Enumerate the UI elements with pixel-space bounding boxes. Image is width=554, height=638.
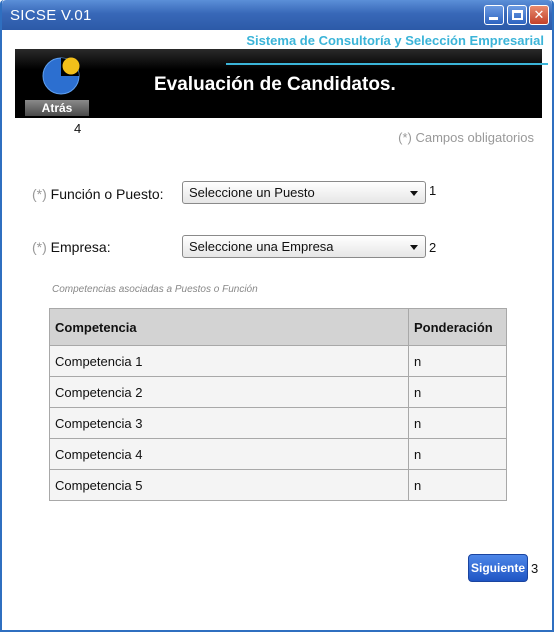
competencia-cell: Competencia 1: [49, 345, 409, 377]
table-row[interactable]: Competencia 2 n: [49, 376, 507, 408]
close-button[interactable]: ✕: [529, 5, 549, 25]
table-row[interactable]: Competencia 1 n: [49, 345, 507, 377]
empresa-marker: 2: [429, 240, 437, 255]
ponderacion-cell: n: [408, 438, 507, 470]
ponderacion-cell: n: [408, 469, 507, 501]
ponderacion-cell: n: [408, 407, 507, 439]
table-row[interactable]: Competencia 4 n: [49, 438, 507, 470]
empresa-label-text: Empresa:: [50, 239, 111, 255]
subtitle-divider: [226, 63, 548, 65]
puesto-label-text: Función o Puesto:: [50, 186, 164, 202]
competencia-cell: Competencia 5: [49, 469, 409, 501]
table-row[interactable]: Competencia 5 n: [49, 469, 507, 501]
maximize-icon: [512, 10, 523, 20]
empresa-select[interactable]: Seleccione una Empresa: [182, 235, 426, 258]
competencia-cell: Competencia 2: [49, 376, 409, 408]
minimize-button[interactable]: [484, 5, 504, 25]
table-row[interactable]: Competencia 3 n: [49, 407, 507, 439]
empresa-label: (*) Empresa:: [32, 239, 111, 255]
back-button[interactable]: Atrás: [25, 100, 89, 116]
ponderacion-cell: n: [408, 376, 507, 408]
close-icon: ✕: [533, 7, 545, 23]
column-header-ponderacion: Ponderación: [408, 308, 507, 346]
next-marker: 3: [531, 561, 539, 576]
column-header-competencia: Competencia: [49, 308, 409, 346]
competencias-caption: Competencias asociadas a Puestos o Funci…: [52, 284, 258, 295]
app-subtitle: Sistema de Consultoría y Selección Empre…: [246, 33, 544, 48]
competencia-cell: Competencia 3: [49, 407, 409, 439]
required-fields-note: (*) Campos obligatorios: [398, 130, 534, 145]
chevron-down-icon: [410, 191, 418, 196]
pie-logo-icon: [42, 57, 80, 95]
maximize-button[interactable]: [507, 5, 527, 25]
minimize-icon: [489, 17, 498, 20]
competencia-cell: Competencia 4: [49, 438, 409, 470]
next-button[interactable]: Siguiente: [468, 554, 528, 582]
table-header-row: Competencia Ponderación: [49, 308, 507, 346]
ponderacion-cell: n: [408, 345, 507, 377]
puesto-marker: 1: [429, 183, 437, 198]
chevron-down-icon: [410, 245, 418, 250]
competencias-table: Competencia Ponderación Competencia 1 n …: [49, 308, 507, 501]
puesto-label: (*) Función o Puesto:: [32, 186, 164, 202]
app-window: SICSE V.01 ✕ Sistema de Consultoría y Se…: [0, 0, 554, 632]
title-bar[interactable]: SICSE V.01 ✕: [2, 0, 552, 30]
back-marker: 4: [74, 121, 82, 136]
required-mark: (*): [32, 239, 47, 255]
window-title: SICSE V.01: [10, 7, 92, 24]
page-title: Evaluación de Candidatos.: [154, 74, 396, 95]
required-mark: (*): [32, 186, 47, 202]
puesto-select[interactable]: Seleccione un Puesto: [182, 181, 426, 204]
puesto-select-value: Seleccione un Puesto: [189, 185, 315, 200]
empresa-select-value: Seleccione una Empresa: [189, 239, 334, 254]
